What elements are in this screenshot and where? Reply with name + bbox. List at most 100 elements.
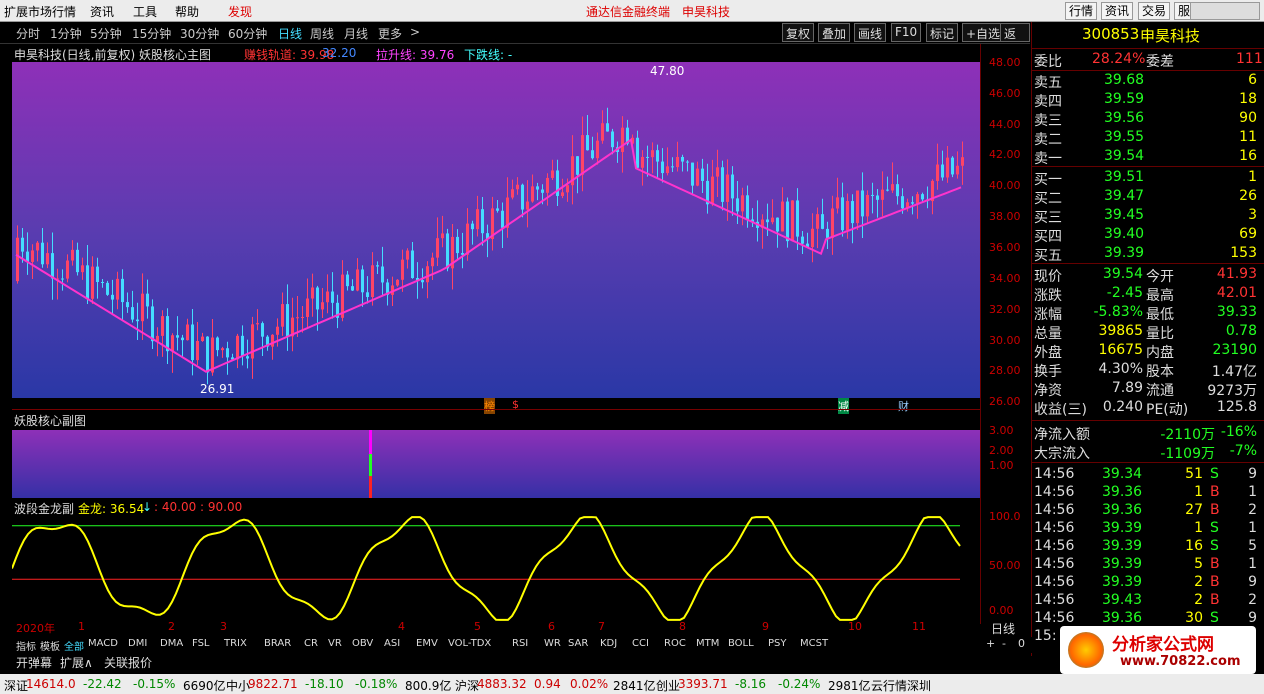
candle-body bbox=[776, 217, 779, 232]
weibi-label: 委比 bbox=[1034, 54, 1062, 70]
xlabel: 3 bbox=[220, 620, 227, 633]
badge-cai[interactable]: 财 bbox=[898, 398, 909, 414]
indicator-tab[interactable]: ROC bbox=[664, 638, 686, 649]
candle-body bbox=[381, 266, 384, 283]
tick-count: 9 bbox=[1248, 610, 1257, 626]
period-60min[interactable]: 60分钟 bbox=[228, 25, 267, 42]
status-item: 0.94 bbox=[534, 677, 561, 691]
btn-back[interactable]: 返回 bbox=[1000, 23, 1030, 58]
stat-value: 39.33 bbox=[1216, 304, 1257, 320]
candle-body bbox=[606, 123, 609, 132]
menu-market[interactable]: 扩展市场行情 bbox=[4, 3, 76, 20]
tick-volume: 27 bbox=[1185, 502, 1203, 518]
badge-bang[interactable]: 榜 bbox=[484, 398, 495, 414]
candle-body bbox=[481, 209, 484, 234]
indicator-tab[interactable]: 全部 bbox=[64, 638, 84, 653]
indicator-tab[interactable]: BOLL bbox=[728, 638, 754, 649]
candle-body bbox=[721, 167, 724, 202]
sub-bar-green bbox=[369, 454, 372, 476]
period-monthly[interactable]: 月线 bbox=[344, 25, 368, 42]
indicator-tab[interactable]: RSI bbox=[512, 638, 528, 649]
indicator-xdx: 下跌线: - bbox=[464, 48, 513, 62]
zoom-reset-button[interactable]: 0 bbox=[1018, 637, 1025, 650]
indicator-tab[interactable]: SAR bbox=[568, 638, 588, 649]
indicator-tab[interactable]: WR bbox=[544, 638, 561, 649]
candlestick-chart[interactable] bbox=[12, 62, 980, 398]
indicator-tab[interactable]: MCST bbox=[800, 638, 828, 649]
bid-price: 39.45 bbox=[1104, 207, 1145, 223]
btn-f10[interactable]: F10 bbox=[891, 23, 922, 42]
candle-body bbox=[171, 335, 174, 352]
oscillator-chart[interactable] bbox=[11, 515, 980, 622]
btn-mark[interactable]: 标记 bbox=[926, 23, 959, 42]
indicator-tab[interactable]: OBV bbox=[352, 638, 373, 649]
status-item: 云行情深圳 bbox=[871, 679, 932, 693]
indicator-tab[interactable]: TRIX bbox=[224, 638, 247, 649]
zoom-controls: + - 0 bbox=[986, 637, 1030, 651]
candle-body bbox=[671, 166, 674, 168]
btn-overlay[interactable]: 叠加 bbox=[818, 23, 851, 42]
menu-discover[interactable]: 发现 bbox=[228, 3, 252, 20]
period-weekly[interactable]: 周线 bbox=[310, 25, 334, 42]
indicator-tab[interactable]: PSY bbox=[768, 638, 787, 649]
menu-help[interactable]: 帮助 bbox=[175, 3, 199, 20]
period-daily[interactable]: 日线 bbox=[278, 25, 302, 42]
logo-icon bbox=[1068, 632, 1104, 668]
period-1min[interactable]: 1分钟 bbox=[50, 25, 82, 42]
candle-body bbox=[361, 269, 364, 293]
btn-draw[interactable]: 画线 bbox=[854, 23, 887, 42]
indicator-tab[interactable]: 指标 bbox=[16, 638, 36, 653]
bid-row: 买四 39.40 69 bbox=[1032, 226, 1264, 245]
zoom-in-button[interactable]: + bbox=[986, 637, 995, 650]
indicator-tab[interactable]: KDJ bbox=[600, 638, 617, 649]
badge-jian[interactable]: 减 bbox=[838, 398, 849, 414]
tab-danmu[interactable]: 开弹幕 bbox=[16, 654, 52, 671]
period-30min[interactable]: 30分钟 bbox=[180, 25, 219, 42]
indicator-zqgd: 赚钱轨道: 39.98 bbox=[244, 48, 335, 62]
tab-expand[interactable]: 扩展∧ bbox=[60, 654, 93, 671]
candle-body bbox=[411, 250, 414, 279]
tab-related[interactable]: 关联报价 bbox=[104, 654, 152, 671]
candle-body bbox=[836, 197, 839, 209]
status-item: 14614.0 bbox=[26, 677, 76, 691]
quote-panel: 300853 申昊科技 委比 28.24% 委差 111 卖五 39.68 6 卖四 3… bbox=[1031, 22, 1264, 656]
menu-info[interactable]: 资讯 bbox=[90, 3, 114, 20]
status-item: 沪深 bbox=[455, 679, 480, 693]
indicator-tab[interactable]: CCI bbox=[632, 638, 649, 649]
btn-add-watch[interactable]: +自选 bbox=[962, 23, 1005, 42]
btn-fuquan[interactable]: 复权 bbox=[782, 23, 815, 42]
indicator-tab[interactable]: DMA bbox=[160, 638, 183, 649]
indicator-tab[interactable]: MTM bbox=[696, 638, 719, 649]
btn-news[interactable]: 资讯 bbox=[1101, 2, 1134, 20]
indicator-tab[interactable]: BRAR bbox=[264, 638, 291, 649]
window-controls[interactable] bbox=[1190, 2, 1260, 20]
indicator-tab[interactable]: VOL-TDX bbox=[448, 638, 491, 649]
sub-chart[interactable] bbox=[12, 430, 980, 498]
period-timeshare[interactable]: 分时 bbox=[16, 25, 40, 42]
period-15min[interactable]: 15分钟 bbox=[132, 25, 171, 42]
candle-body bbox=[656, 150, 659, 162]
indicator-tab[interactable]: MACD bbox=[88, 638, 118, 649]
tick-side: S bbox=[1210, 520, 1219, 536]
tick-volume: 2 bbox=[1194, 574, 1203, 590]
stat-label: 最低 bbox=[1146, 307, 1174, 323]
stat-value: -5.83% bbox=[1093, 304, 1143, 320]
candle-body bbox=[896, 184, 899, 197]
indicator-tab[interactable]: VR bbox=[328, 638, 342, 649]
period-more-arrow[interactable]: > bbox=[410, 25, 420, 39]
indicator-tab[interactable]: FSL bbox=[192, 638, 210, 649]
indicator-tab[interactable]: ASI bbox=[384, 638, 400, 649]
indicator-tab[interactable]: 模板 bbox=[40, 638, 60, 653]
period-5min[interactable]: 5分钟 bbox=[90, 25, 122, 42]
osc-arrow: ↓ bbox=[142, 500, 153, 514]
btn-trade[interactable]: 交易 bbox=[1138, 2, 1171, 20]
menu-tools[interactable]: 工具 bbox=[133, 3, 157, 20]
indicator-tab[interactable]: CR bbox=[304, 638, 318, 649]
btn-quote[interactable]: 行情 bbox=[1065, 2, 1098, 20]
candle-body bbox=[611, 131, 614, 148]
candle-body bbox=[661, 161, 664, 174]
indicator-tab[interactable]: EMV bbox=[416, 638, 438, 649]
period-more[interactable]: 更多 bbox=[378, 25, 402, 42]
indicator-tab[interactable]: DMI bbox=[128, 638, 147, 649]
zoom-out-button[interactable]: - bbox=[1002, 637, 1006, 650]
